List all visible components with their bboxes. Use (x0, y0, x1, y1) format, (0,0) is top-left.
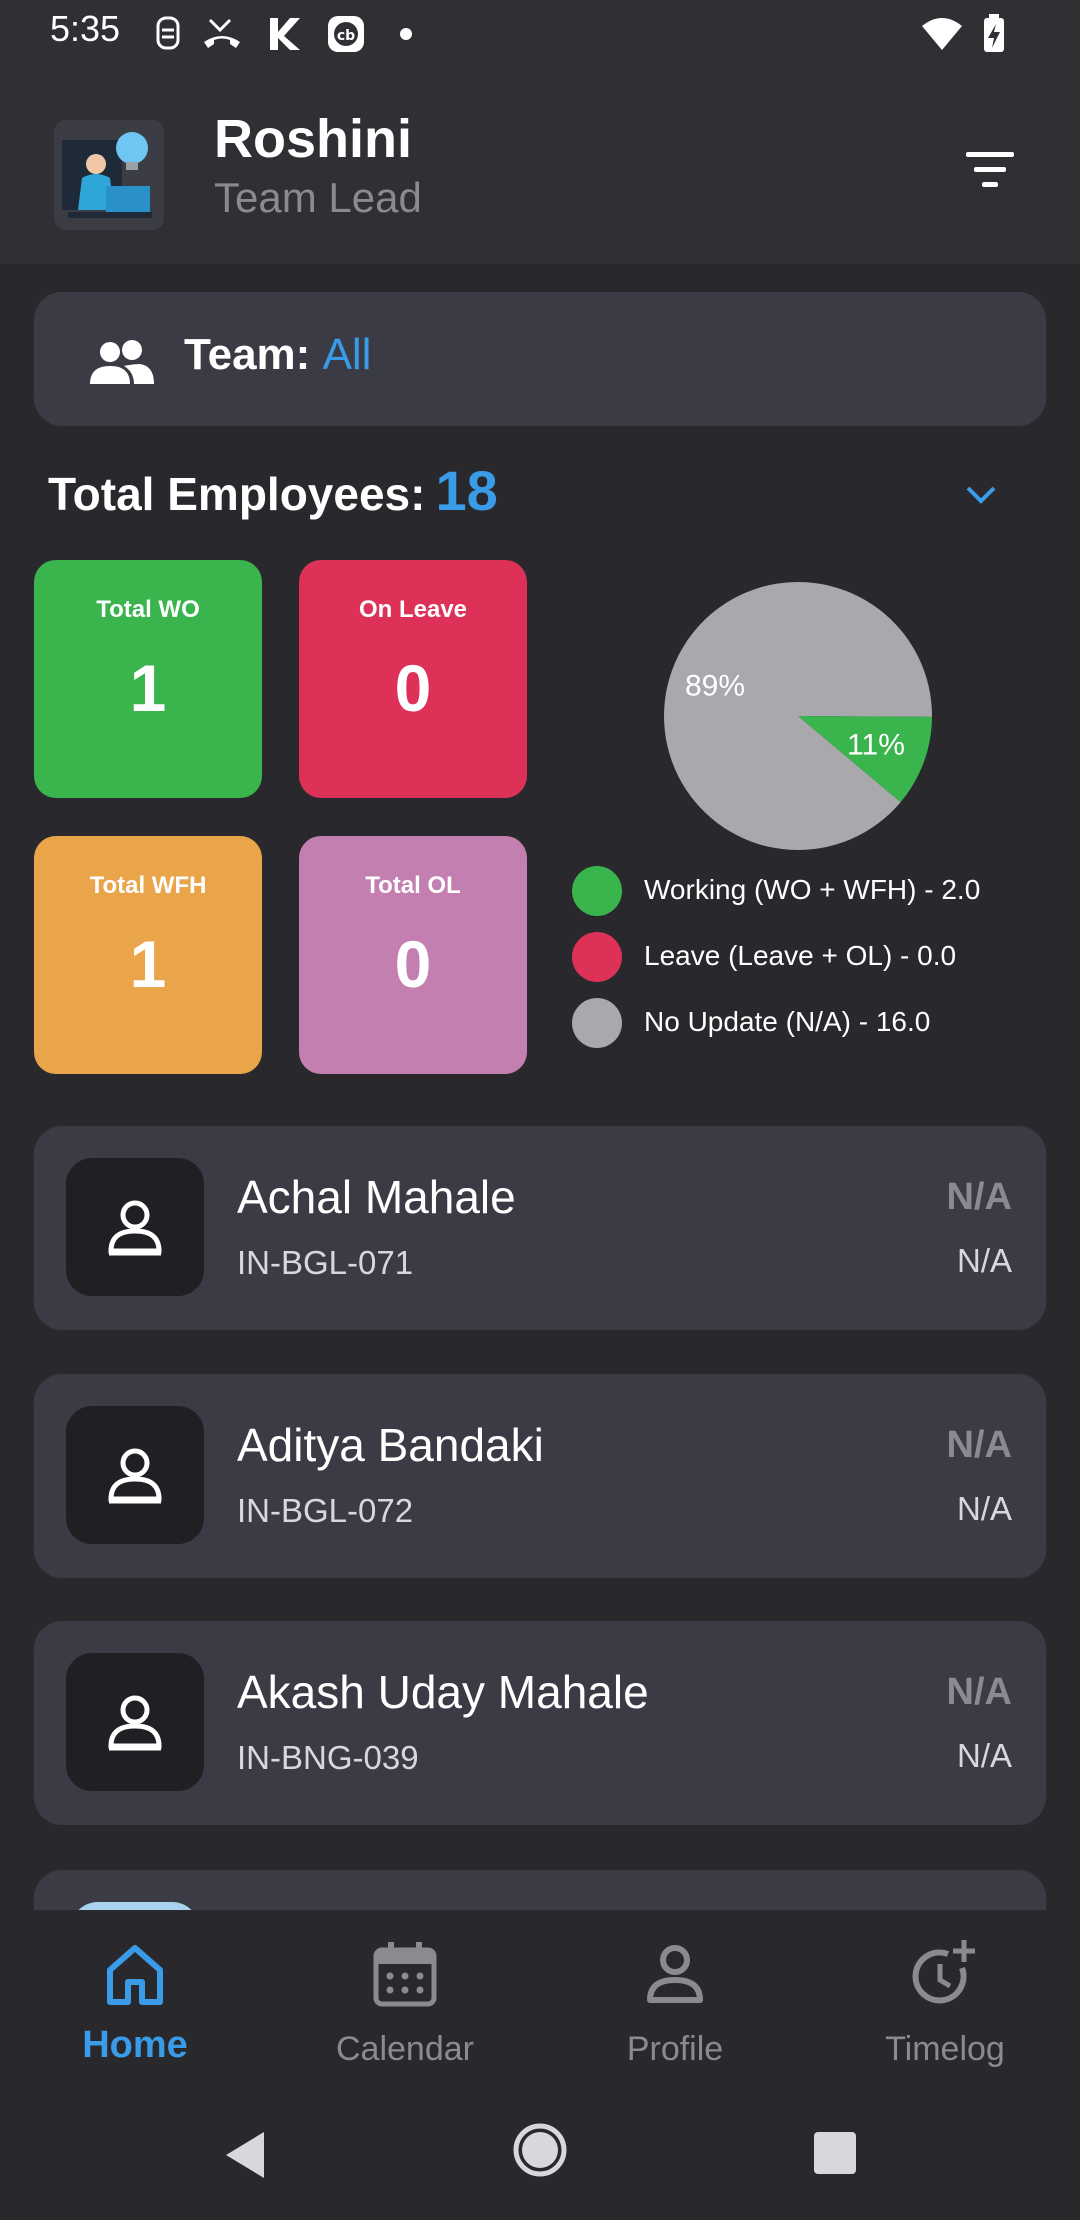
battery-charging-icon (984, 14, 1004, 52)
team-value: All (322, 330, 372, 379)
legend-text: Working (WO + WFH) - 2.0 (644, 874, 981, 905)
home-button-icon[interactable] (512, 2122, 568, 2178)
employee-status: N/A (946, 1424, 1012, 1466)
app-k-icon (270, 18, 300, 50)
legend-dot (572, 932, 622, 982)
nav-profile[interactable]: Profile (540, 1930, 810, 2080)
legend-dot (572, 866, 622, 916)
employee-card[interactable]: Aditya Bandaki IN-BGL-072 N/A N/A (34, 1374, 1046, 1578)
employee-card[interactable]: Akash Uday Mahale IN-BNG-039 N/A N/A (34, 1621, 1046, 1825)
home-icon (107, 1945, 163, 2005)
timelog-icon (912, 1940, 975, 2004)
stat-value: 1 (129, 927, 167, 1001)
employee-id: IN-BGL-071 (237, 1244, 414, 1281)
stat-total-wo[interactable]: Total WO 1 (34, 560, 262, 798)
employee-avatar (66, 1653, 204, 1791)
stat-label: Total OL (365, 872, 461, 899)
employee-id: IN-BGL-072 (237, 1492, 414, 1529)
nav-timelog[interactable]: Timelog (810, 1930, 1080, 2080)
nav-calendar[interactable]: Calendar (270, 1930, 540, 2080)
employee-status: N/A (946, 1176, 1012, 1218)
nav-label: Profile (626, 2030, 724, 2068)
employee-substatus: N/A (956, 1242, 1012, 1279)
employee-name: Akash Uday Mahale (237, 1666, 649, 1718)
team-label: Team: All (184, 330, 371, 380)
notification-icon (156, 16, 180, 50)
status-time: 5:35 (50, 8, 121, 49)
stat-on-leave[interactable]: On Leave 0 (299, 560, 527, 798)
svg-text:cb: cb (337, 28, 355, 44)
wifi-icon (922, 18, 962, 50)
back-icon[interactable] (220, 2128, 270, 2182)
stat-total-wfh[interactable]: Total WFH 1 (34, 836, 262, 1074)
profile-icon (647, 1945, 703, 2003)
team-label-text: Team: (184, 330, 311, 379)
nav-label: Timelog (885, 2030, 1005, 2068)
employee-substatus: N/A (956, 1490, 1012, 1527)
cb-app-icon: cb (328, 16, 364, 52)
missed-call-icon (204, 18, 240, 48)
total-employees: Total Employees: 18 (48, 458, 498, 523)
employee-avatar (66, 1406, 204, 1544)
person-icon (108, 1695, 162, 1751)
status-bar: 5:35 cb (0, 0, 1080, 68)
stat-label: Total WO (96, 596, 200, 623)
total-employees-label: Total Employees: (48, 468, 426, 520)
employee-name: Achal Mahale (237, 1171, 516, 1223)
avatar[interactable] (54, 120, 164, 230)
nav-label: Home (82, 2024, 188, 2066)
person-icon (108, 1448, 162, 1504)
legend-dot (572, 998, 622, 1048)
attendance-pie-chart: 89% 11% (664, 581, 932, 850)
stat-value: 1 (129, 651, 167, 725)
nav-home[interactable]: Home (0, 1930, 270, 2080)
employee-id: IN-BNG-039 (237, 1739, 419, 1776)
recents-icon[interactable] (812, 2130, 858, 2176)
stat-value: 0 (394, 651, 432, 725)
nav-label: Calendar (336, 2030, 474, 2068)
user-name: Roshini (214, 109, 412, 169)
total-employees-value: 18 (435, 459, 498, 522)
employee-avatar (66, 1158, 204, 1296)
employee-card[interactable]: Achal Mahale IN-BGL-071 N/A N/A (34, 1126, 1046, 1330)
pie-slice-label: 89% (685, 669, 745, 702)
employee-avatar (70, 1902, 200, 1910)
calendar-icon (373, 1942, 437, 2007)
dot-icon (400, 28, 412, 40)
pie-slice-label: 11% (847, 729, 905, 762)
legend-text: Leave (Leave + OL) - 0.0 (644, 940, 957, 971)
stat-value: 0 (394, 927, 432, 1001)
stat-label: Total WFH (89, 872, 207, 899)
person-icon (108, 1200, 162, 1256)
employee-status: N/A (946, 1671, 1012, 1713)
user-role: Team Lead (214, 174, 422, 221)
stat-total-ol[interactable]: Total OL 0 (299, 836, 527, 1074)
people-icon (90, 340, 154, 384)
filter-icon[interactable] (960, 148, 1020, 192)
employee-substatus: N/A (956, 1737, 1012, 1774)
chevron-down-icon[interactable] (960, 474, 1002, 516)
stat-label: On Leave (358, 596, 468, 623)
legend-text: No Update (N/A) - 16.0 (644, 1006, 931, 1037)
employee-card-partial[interactable] (34, 1870, 1046, 1910)
employee-name: Aditya Bandaki (237, 1419, 544, 1471)
